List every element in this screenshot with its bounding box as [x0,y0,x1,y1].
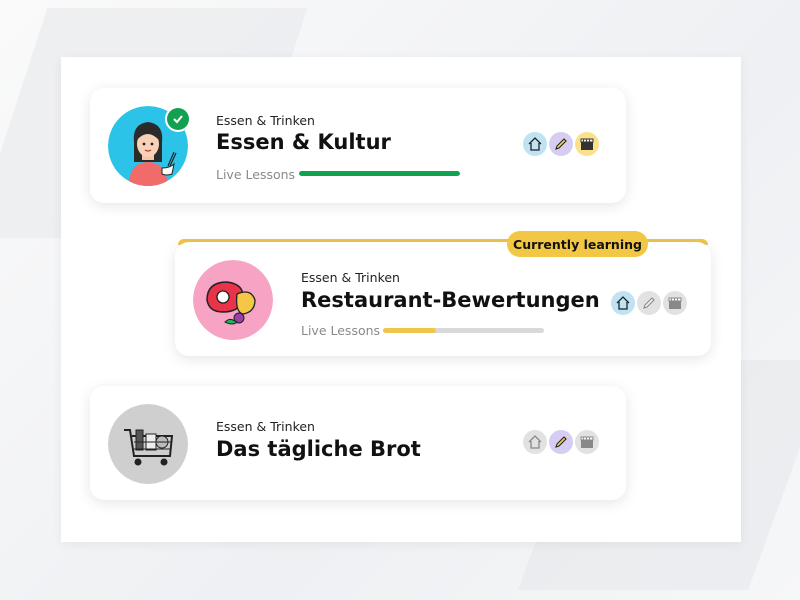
course-title: Das tägliche Brot [216,437,421,461]
lessons-label: Live Lessons [216,167,296,182]
house-icon [611,291,635,315]
course-card-das-taegliche-brot[interactable]: Essen & Trinken Das tägliche Brot [90,386,626,500]
pencil-icon [637,291,661,315]
clapperboard-icon [575,430,599,454]
house-icon [523,430,547,454]
shopping-cart-icon [108,404,188,484]
currently-learning-badge: Currently learning [507,231,648,257]
steak-and-fruit-icon [193,260,273,340]
lessons-label: Live Lessons [301,323,381,338]
pencil-icon [549,430,573,454]
course-title: Essen & Kultur [216,130,391,154]
house-icon [523,132,547,156]
skill-icons [611,291,689,315]
clapperboard-icon [575,132,599,156]
clapperboard-icon [663,291,687,315]
completed-check-icon [165,106,191,132]
pencil-icon [549,132,573,156]
course-category: Essen & Trinken [216,419,315,434]
course-category: Essen & Trinken [301,270,400,285]
course-card-essen-kultur[interactable]: Essen & Trinken Essen & Kultur Live Less… [90,88,626,203]
course-card-restaurant-bewertungen[interactable]: Essen & Trinken Restaurant-Bewertungen L… [175,242,711,356]
progress-bar [383,328,544,333]
skill-icons [523,132,601,156]
progress-fill [383,328,437,333]
skill-icons [523,430,601,454]
progress-bar [299,171,460,176]
course-category: Essen & Trinken [216,113,315,128]
course-title: Restaurant-Bewertungen [301,288,600,312]
progress-fill [299,171,460,176]
